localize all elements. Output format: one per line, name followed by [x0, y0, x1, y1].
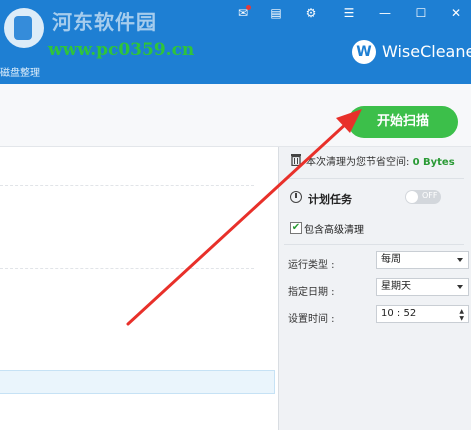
annotation-arrow [126, 109, 362, 326]
